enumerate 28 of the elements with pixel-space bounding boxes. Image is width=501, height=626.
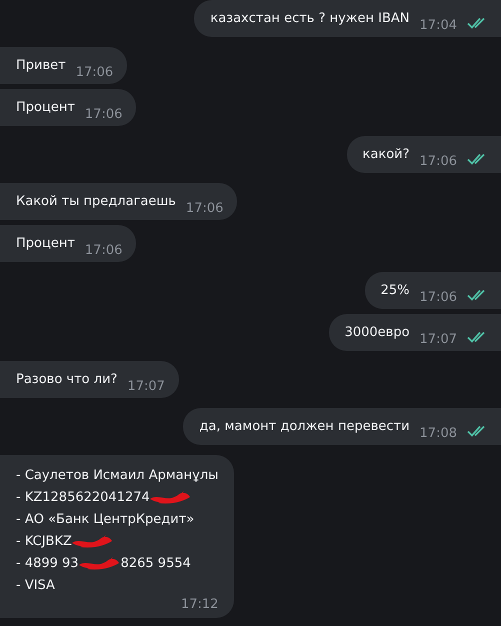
message-text: Какой ты предлагаешь bbox=[16, 193, 176, 211]
message-line: - KZ1285622041274 bbox=[16, 489, 150, 507]
message-text: да, мамонт должен перевести bbox=[199, 418, 410, 436]
message-time: 17:04 bbox=[420, 18, 457, 33]
message-text: Процент bbox=[16, 235, 75, 253]
message-time: 17:06 bbox=[84, 107, 122, 122]
message-line: 8265 9554 bbox=[120, 555, 191, 573]
message-time: 17:06 bbox=[76, 65, 114, 80]
message-text: Разово что ли? bbox=[16, 371, 118, 389]
message-text: какой? bbox=[362, 146, 410, 164]
message-line: - Саулетов Исмаил Арманұлы bbox=[16, 467, 218, 485]
message-text: Привет bbox=[16, 57, 66, 75]
message-text: 3000евро bbox=[344, 324, 410, 342]
message-time: 17:06 bbox=[420, 290, 457, 305]
message-line: - АО «Банк ЦентрКредит» bbox=[16, 511, 194, 529]
message-time: 17:07 bbox=[127, 379, 165, 394]
message-time: 17:12 bbox=[180, 597, 218, 612]
message-text: 25% bbox=[380, 282, 410, 300]
message-time: 17:06 bbox=[84, 243, 122, 258]
message-line: - VISA bbox=[16, 577, 55, 595]
message-time: 17:08 bbox=[420, 426, 457, 441]
message-text: казахстан есть ? нужен IBAN bbox=[210, 10, 410, 28]
message-line: - 4899 93 bbox=[16, 555, 79, 573]
message-time: 17:06 bbox=[420, 154, 457, 169]
message-time: 17:06 bbox=[186, 201, 224, 216]
message-line: - KCJBKZ bbox=[16, 533, 72, 551]
message-text: Процент bbox=[16, 99, 75, 117]
message-time: 17:07 bbox=[420, 332, 457, 347]
